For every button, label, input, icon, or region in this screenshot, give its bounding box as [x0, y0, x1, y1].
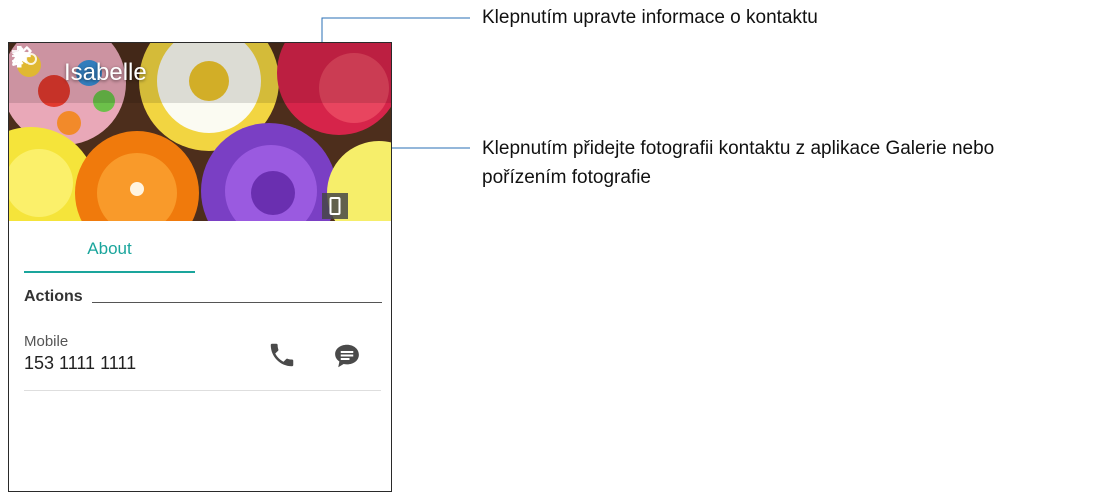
edit-leader-line — [321, 17, 470, 42]
photo-callout-line1: Klepnutím přidejte fotografii kontaktu z… — [482, 138, 995, 159]
tab-indicator — [24, 271, 195, 273]
phone-type-label: Mobile — [24, 333, 69, 350]
actions-heading: Actions — [24, 288, 83, 305]
phone-source-icon — [322, 193, 348, 219]
phone-screen: Isabelle About Actions Mobile 153 1111 1… — [8, 42, 392, 492]
message-icon[interactable] — [332, 341, 362, 371]
phone-number[interactable]: 153 1111 1111 — [24, 353, 136, 374]
app-bar: Isabelle — [9, 43, 391, 103]
row-divider — [24, 390, 381, 391]
contact-photo[interactable]: Isabelle — [9, 43, 391, 221]
photo-callout-line2: pořízením fotografie — [482, 167, 651, 188]
edit-callout: Klepnutím upravte informace o kontaktu — [482, 7, 818, 28]
tab-about[interactable]: About — [24, 233, 195, 271]
phone-icon[interactable] — [267, 340, 297, 370]
section-divider — [92, 302, 382, 303]
account-source-icon — [12, 50, 37, 65]
contact-name: Isabelle — [64, 59, 147, 86]
